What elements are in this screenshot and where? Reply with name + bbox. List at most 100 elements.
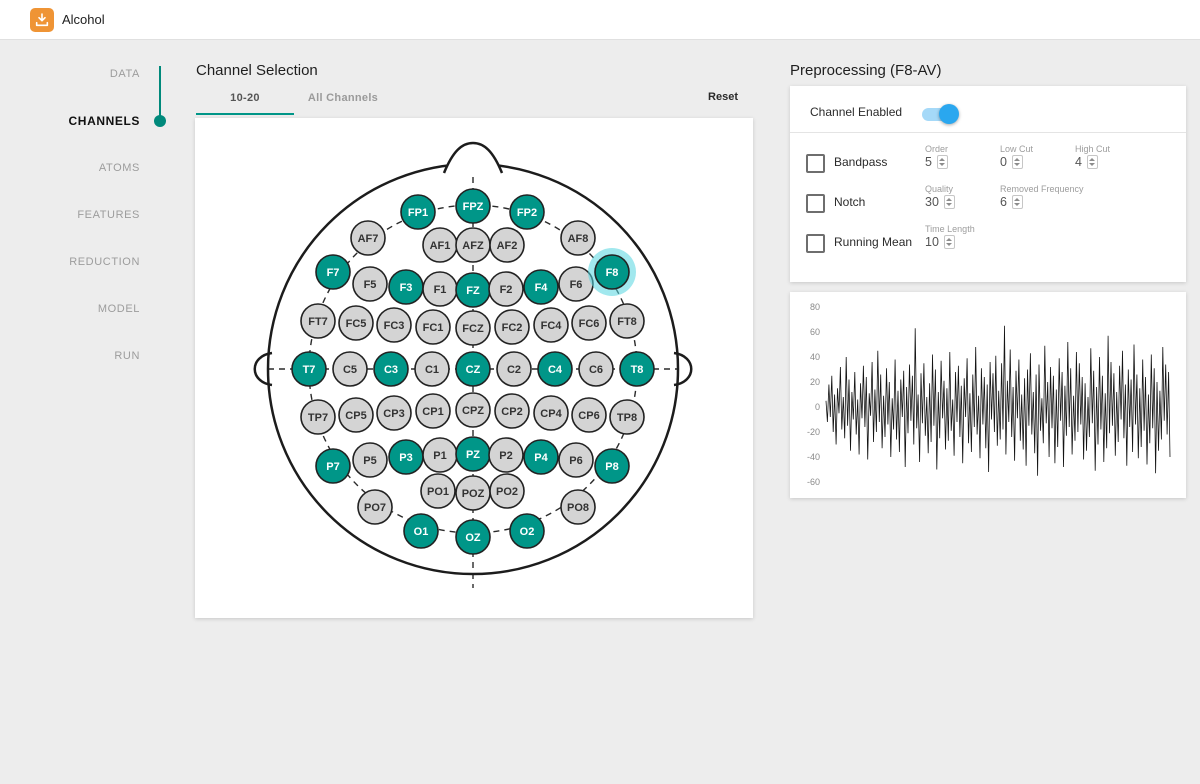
notch-checkbox[interactable] — [806, 194, 825, 213]
electrode-c1[interactable]: C1 — [415, 352, 449, 386]
electrode-po7[interactable]: PO7 — [358, 490, 392, 524]
electrode-fc1[interactable]: FC1 — [416, 310, 450, 344]
electrode-cp1[interactable]: CP1 — [416, 394, 450, 428]
electrode-c5[interactable]: C5 — [333, 352, 367, 386]
channel-tabs: 10-20All Channels — [196, 85, 392, 115]
electrode-cp4[interactable]: CP4 — [534, 396, 568, 430]
electrode-f8[interactable]: F8 — [588, 248, 636, 296]
electrode-afz[interactable]: AFZ — [456, 228, 490, 262]
electrode-fpz[interactable]: FPZ — [456, 189, 490, 223]
time-length-stepper[interactable] — [944, 235, 955, 249]
electrode-fc4[interactable]: FC4 — [534, 308, 568, 342]
electrode-fc3[interactable]: FC3 — [377, 308, 411, 342]
stepper-item-channels[interactable]: CHANNELS — [0, 113, 140, 129]
electrode-p1[interactable]: P1 — [423, 438, 457, 472]
electrode-o1[interactable]: O1 — [404, 514, 438, 548]
stepper-item-atoms[interactable]: ATOMS — [0, 160, 140, 176]
electrode-p5[interactable]: P5 — [353, 443, 387, 477]
svg-text:PO7: PO7 — [364, 502, 386, 514]
svg-text:CP3: CP3 — [383, 408, 404, 420]
electrode-cz[interactable]: CZ — [456, 352, 490, 386]
electrode-fp1[interactable]: FP1 — [401, 195, 435, 229]
electrode-tp7[interactable]: TP7 — [301, 400, 335, 434]
electrode-fz[interactable]: FZ — [456, 273, 490, 307]
electrode-af1[interactable]: AF1 — [423, 228, 457, 262]
electrode-fc2[interactable]: FC2 — [495, 310, 529, 344]
stepper-item-data[interactable]: DATA — [0, 66, 140, 82]
electrode-t7[interactable]: T7 — [292, 352, 326, 386]
electrode-po8[interactable]: PO8 — [561, 490, 595, 524]
electrode-p4[interactable]: P4 — [524, 440, 558, 474]
electrode-c6[interactable]: C6 — [579, 352, 613, 386]
low-cut-value[interactable]: 0 — [1000, 155, 1023, 169]
stepper-item-reduction[interactable]: REDUCTION — [0, 254, 140, 270]
removed-frequency-value[interactable]: 6 — [1000, 195, 1023, 209]
stepper-current-dot — [154, 115, 166, 127]
electrode-p6[interactable]: P6 — [559, 443, 593, 477]
quality-value[interactable]: 30 — [925, 195, 955, 209]
svg-text:FP1: FP1 — [408, 207, 428, 219]
electrode-c3[interactable]: C3 — [374, 352, 408, 386]
electrode-f1[interactable]: F1 — [423, 272, 457, 306]
download-icon[interactable] — [30, 8, 54, 32]
electrode-f3[interactable]: F3 — [389, 270, 423, 304]
quality-stepper[interactable] — [944, 195, 955, 209]
svg-text:TP7: TP7 — [308, 412, 328, 424]
low-cut-stepper[interactable] — [1012, 155, 1023, 169]
bandpass-checkbox[interactable] — [806, 154, 825, 173]
electrode-cp2[interactable]: CP2 — [495, 394, 529, 428]
order-stepper[interactable] — [937, 155, 948, 169]
tab-all-channels[interactable]: All Channels — [294, 85, 392, 115]
electrode-o2[interactable]: O2 — [510, 514, 544, 548]
time-length-value[interactable]: 10 — [925, 235, 955, 249]
electrode-p3[interactable]: P3 — [389, 440, 423, 474]
stepper-item-features[interactable]: FEATURES — [0, 207, 140, 223]
electrode-cpz[interactable]: CPZ — [456, 393, 490, 427]
svg-text:CP5: CP5 — [345, 410, 366, 422]
channel-enabled-toggle[interactable] — [922, 108, 956, 121]
electrode-af7[interactable]: AF7 — [351, 221, 385, 255]
electrode-f7[interactable]: F7 — [316, 255, 350, 289]
electrode-oz[interactable]: OZ — [456, 520, 490, 554]
electrode-f2[interactable]: F2 — [489, 272, 523, 306]
stepper-item-run[interactable]: RUN — [0, 348, 140, 364]
high-cut-stepper[interactable] — [1087, 155, 1098, 169]
electrode-p8[interactable]: P8 — [595, 449, 629, 483]
order-value[interactable]: 5 — [925, 155, 948, 169]
electrode-f5[interactable]: F5 — [353, 267, 387, 301]
electrode-cp3[interactable]: CP3 — [377, 396, 411, 430]
tab-10-20[interactable]: 10-20 — [196, 85, 294, 115]
electrode-pz[interactable]: PZ — [456, 437, 490, 471]
electrode-ft8[interactable]: FT8 — [610, 304, 644, 338]
svg-text:FC2: FC2 — [502, 322, 523, 334]
electrode-cp5[interactable]: CP5 — [339, 398, 373, 432]
electrode-fc6[interactable]: FC6 — [572, 306, 606, 340]
electrode-po2[interactable]: PO2 — [490, 474, 524, 508]
electrode-fc5[interactable]: FC5 — [339, 306, 373, 340]
electrode-cp6[interactable]: CP6 — [572, 398, 606, 432]
electrode-t8[interactable]: T8 — [620, 352, 654, 386]
electrode-f4[interactable]: F4 — [524, 270, 558, 304]
electrode-fcz[interactable]: FCZ — [456, 311, 490, 345]
electrode-p7[interactable]: P7 — [316, 449, 350, 483]
svg-text:AF1: AF1 — [430, 240, 451, 252]
electrode-af2[interactable]: AF2 — [490, 228, 524, 262]
removed-frequency-stepper[interactable] — [1012, 195, 1023, 209]
field-quality: Quality30 — [925, 182, 997, 218]
electrode-f6[interactable]: F6 — [559, 267, 593, 301]
electrode-c4[interactable]: C4 — [538, 352, 572, 386]
electrode-poz[interactable]: POZ — [456, 476, 490, 510]
stepper-item-model[interactable]: MODEL — [0, 301, 140, 317]
electrode-af8[interactable]: AF8 — [561, 221, 595, 255]
electrode-tp8[interactable]: TP8 — [610, 400, 644, 434]
running-mean-checkbox[interactable] — [806, 234, 825, 253]
electrode-fp2[interactable]: FP2 — [510, 195, 544, 229]
high-cut-field-label: High Cut — [1075, 144, 1110, 154]
reset-button[interactable]: Reset — [678, 91, 738, 103]
electrode-c2[interactable]: C2 — [497, 352, 531, 386]
electrode-ft7[interactable]: FT7 — [301, 304, 335, 338]
electrode-po1[interactable]: PO1 — [421, 474, 455, 508]
high-cut-value[interactable]: 4 — [1075, 155, 1098, 169]
electrode-p2[interactable]: P2 — [489, 438, 523, 472]
filter-list: BandpassOrder5Low Cut0High Cut4NotchQual… — [790, 132, 1186, 282]
